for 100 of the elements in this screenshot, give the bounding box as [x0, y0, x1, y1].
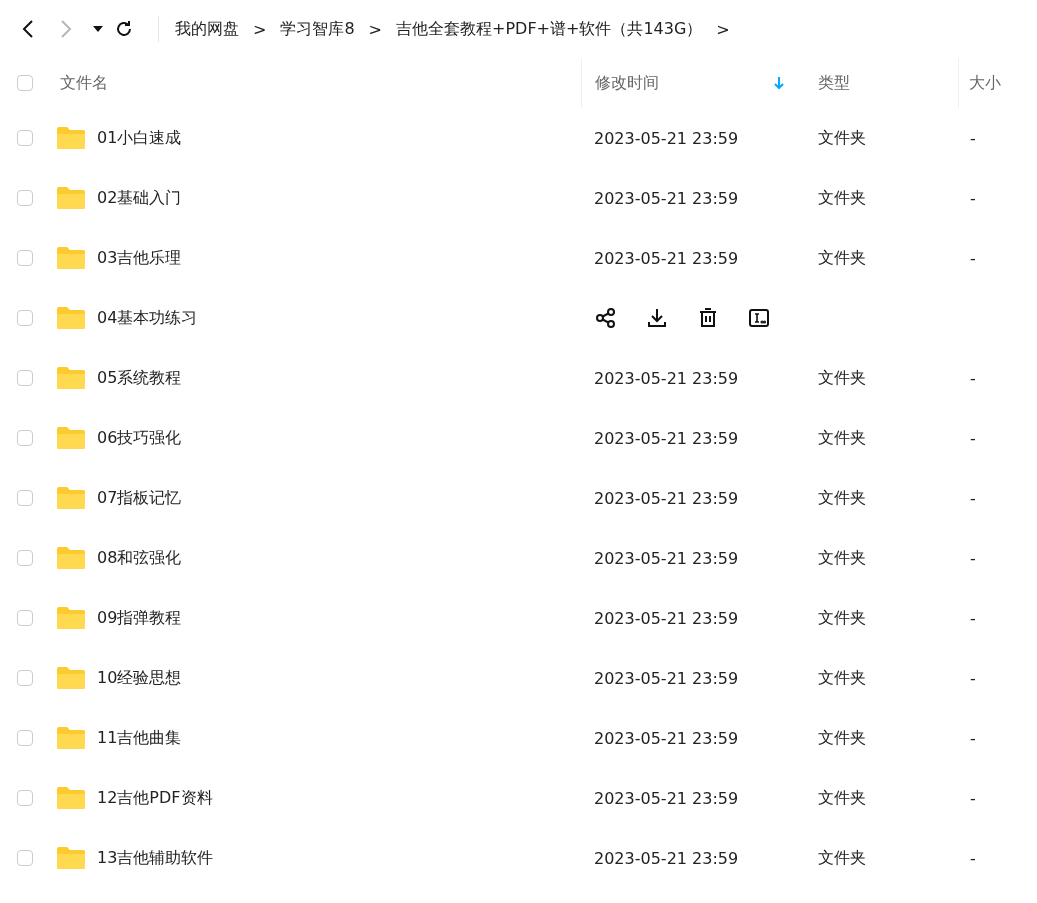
- file-size: -: [969, 548, 977, 568]
- row-checkbox[interactable]: [17, 550, 33, 566]
- file-type: 文件夹: [817, 727, 867, 749]
- file-size: -: [969, 128, 977, 148]
- row-checkbox[interactable]: [17, 790, 33, 806]
- breadcrumb-link[interactable]: 我的网盘: [175, 18, 239, 40]
- row-checkbox[interactable]: [17, 850, 33, 866]
- file-row[interactable]: 12吉他PDF资料 2023-05-21 23:59 文件夹 -: [0, 768, 1037, 828]
- file-row[interactable]: 11吉他曲集 2023-05-21 23:59 文件夹 -: [0, 708, 1037, 768]
- select-all-checkbox[interactable]: [17, 75, 33, 91]
- folder-name[interactable]: 10经验思想: [96, 667, 581, 689]
- row-checkbox[interactable]: [17, 250, 33, 266]
- folder-name[interactable]: 02基础入门: [96, 187, 581, 209]
- folder-icon: [56, 306, 86, 330]
- folder-name[interactable]: 04基本功练习: [96, 307, 581, 329]
- folder-icon: [56, 726, 86, 750]
- file-size: -: [969, 428, 977, 448]
- rename-icon[interactable]: [747, 306, 771, 330]
- folder-name[interactable]: 09指弹教程: [96, 607, 581, 629]
- modified-time: 2023-05-21 23:59: [593, 428, 740, 448]
- row-checkbox[interactable]: [17, 730, 33, 746]
- folder-icon: [56, 786, 86, 810]
- folder-icon: [56, 126, 86, 150]
- file-row[interactable]: 06技巧强化 2023-05-21 23:59 文件夹 -: [0, 408, 1037, 468]
- folder-icon: [56, 366, 86, 390]
- file-type: 文件夹: [817, 247, 867, 269]
- file-row[interactable]: 08和弦强化 2023-05-21 23:59 文件夹 -: [0, 528, 1037, 588]
- modified-time: 2023-05-21 23:59: [593, 608, 740, 628]
- file-row[interactable]: 03吉他乐理 2023-05-21 23:59 文件夹 -: [0, 228, 1037, 288]
- file-type: 文件夹: [817, 667, 867, 689]
- modified-time: 2023-05-21 23:59: [593, 128, 740, 148]
- file-size: -: [969, 788, 977, 808]
- modified-time: 2023-05-21 23:59: [593, 728, 740, 748]
- file-size: -: [969, 668, 977, 688]
- file-type: 文件夹: [817, 607, 867, 629]
- folder-name[interactable]: 06技巧强化: [96, 427, 581, 449]
- modified-time: 2023-05-21 23:59: [593, 848, 740, 868]
- file-size: -: [969, 248, 977, 268]
- file-row[interactable]: 10经验思想 2023-05-21 23:59 文件夹 -: [0, 648, 1037, 708]
- file-type: 文件夹: [817, 127, 867, 149]
- row-checkbox[interactable]: [17, 190, 33, 206]
- folder-name[interactable]: 08和弦强化: [96, 547, 581, 569]
- breadcrumb-separator: >: [368, 19, 382, 39]
- modified-time: 2023-05-21 23:59: [593, 488, 740, 508]
- file-row[interactable]: 07指板记忆 2023-05-21 23:59 文件夹 -: [0, 468, 1037, 528]
- file-size: -: [969, 488, 977, 508]
- breadcrumb-link[interactable]: 学习智库8: [280, 18, 355, 40]
- column-header[interactable]: 修改时间: [581, 58, 808, 108]
- modified-time: 2023-05-21 23:59: [593, 788, 740, 808]
- breadcrumb-link[interactable]: 吉他全套教程+PDF+谱+软件（共143G）: [396, 18, 703, 40]
- file-type: 文件夹: [817, 847, 867, 869]
- row-checkbox[interactable]: [17, 670, 33, 686]
- file-type: 文件夹: [817, 367, 867, 389]
- file-type: 文件夹: [817, 427, 867, 449]
- folder-name[interactable]: 03吉他乐理: [96, 247, 581, 269]
- row-checkbox[interactable]: [17, 610, 33, 626]
- modified-time: 2023-05-21 23:59: [593, 188, 740, 208]
- file-size: -: [969, 368, 977, 388]
- folder-icon: [56, 606, 86, 630]
- modified-time: 2023-05-21 23:59: [593, 548, 740, 568]
- modified-time: 2023-05-21 23:59: [593, 668, 740, 688]
- file-type: 文件夹: [817, 187, 867, 209]
- share-icon[interactable]: [594, 306, 618, 330]
- file-row[interactable]: 04基本功练习: [0, 288, 1037, 348]
- file-type: 文件夹: [817, 787, 867, 809]
- column-header[interactable]: 大小: [958, 58, 1037, 108]
- file-row[interactable]: 13吉他辅助软件 2023-05-21 23:59 文件夹 -: [0, 828, 1037, 888]
- folder-icon: [56, 546, 86, 570]
- column-header[interactable]: 文件名: [56, 72, 581, 94]
- file-row[interactable]: 02基础入门 2023-05-21 23:59 文件夹 -: [0, 168, 1037, 228]
- row-checkbox[interactable]: [17, 370, 33, 386]
- row-checkbox[interactable]: [17, 430, 33, 446]
- file-type: 文件夹: [817, 547, 867, 569]
- folder-name[interactable]: 11吉他曲集: [96, 727, 581, 749]
- folder-icon: [56, 846, 86, 870]
- download-icon[interactable]: [645, 306, 669, 330]
- file-row[interactable]: 09指弹教程 2023-05-21 23:59 文件夹 -: [0, 588, 1037, 648]
- folder-icon: [56, 246, 86, 270]
- file-row[interactable]: 01小白速成 2023-05-21 23:59 文件夹 -: [0, 108, 1037, 168]
- file-size: -: [969, 848, 977, 868]
- file-size: -: [969, 728, 977, 748]
- folder-name[interactable]: 12吉他PDF资料: [96, 787, 581, 809]
- file-size: -: [969, 608, 977, 628]
- folder-icon: [56, 666, 86, 690]
- file-row[interactable]: 05系统教程 2023-05-21 23:59 文件夹 -: [0, 348, 1037, 408]
- file-size: -: [969, 188, 977, 208]
- folder-icon: [56, 486, 86, 510]
- modified-time: 2023-05-21 23:59: [593, 248, 740, 268]
- folder-name[interactable]: 13吉他辅助软件: [96, 847, 581, 869]
- folder-name[interactable]: 07指板记忆: [96, 487, 581, 509]
- sort-arrow-icon: [774, 76, 784, 90]
- folder-name[interactable]: 05系统教程: [96, 367, 581, 389]
- breadcrumb-separator: >: [716, 19, 730, 39]
- row-checkbox[interactable]: [17, 130, 33, 146]
- folder-name[interactable]: 01小白速成: [96, 127, 581, 149]
- column-header[interactable]: 类型: [808, 58, 958, 108]
- row-checkbox[interactable]: [17, 310, 33, 326]
- row-checkbox[interactable]: [17, 490, 33, 506]
- modified-time: 2023-05-21 23:59: [593, 368, 740, 388]
- file-type: 文件夹: [817, 487, 867, 509]
